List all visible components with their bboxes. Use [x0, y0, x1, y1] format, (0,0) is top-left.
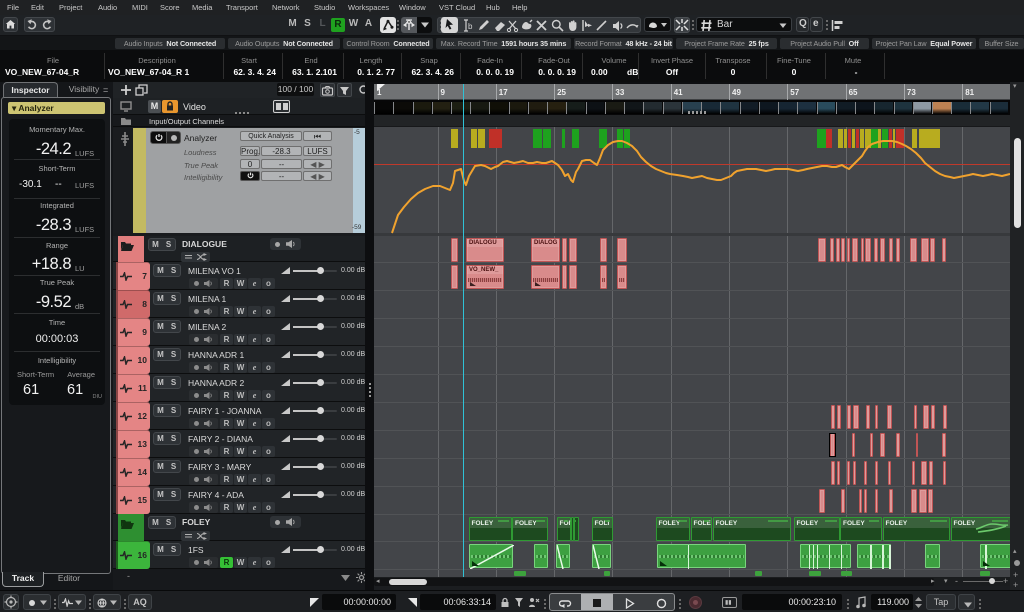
svg-text:b: b	[468, 22, 473, 31]
